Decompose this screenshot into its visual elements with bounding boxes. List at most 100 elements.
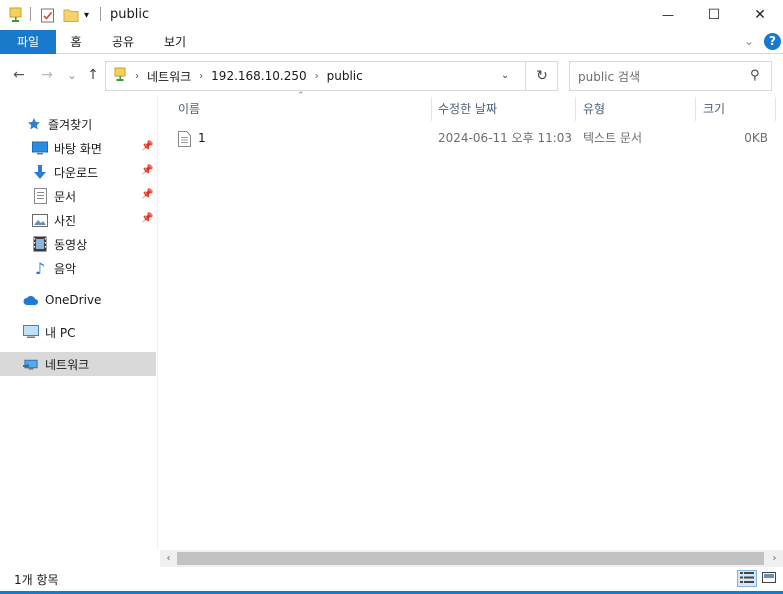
- breadcrumb-public[interactable]: public: [327, 69, 363, 83]
- sidebar-item-documents[interactable]: 문서 📌: [0, 184, 156, 208]
- up-button[interactable]: ↑: [82, 64, 104, 86]
- address-bar[interactable]: › 네트워크 › 192.168.10.250 › public ⌄ ↻: [105, 61, 558, 91]
- file-type: 텍스트 문서: [583, 131, 643, 145]
- forward-button[interactable]: →: [36, 64, 58, 86]
- sidebar-item-onedrive[interactable]: OneDrive: [0, 288, 156, 312]
- breadcrumb-host[interactable]: 192.168.10.250: [211, 69, 306, 83]
- maximize-button[interactable]: ☐: [691, 0, 737, 30]
- column-header-size[interactable]: 크기: [703, 95, 773, 123]
- folder-pin-icon[interactable]: [9, 6, 23, 24]
- computer-icon: [23, 324, 39, 340]
- sidebar-item-videos[interactable]: 동영상: [0, 232, 156, 256]
- back-button[interactable]: ←: [8, 64, 30, 86]
- large-icons-view-icon: [762, 571, 776, 586]
- tab-file[interactable]: 파일: [0, 30, 56, 54]
- address-dropdown-icon[interactable]: ⌄: [501, 70, 509, 81]
- expand-ribbon-icon[interactable]: ⌄: [744, 34, 754, 48]
- horizontal-scrollbar[interactable]: ‹ ›: [160, 550, 783, 567]
- properties-icon[interactable]: [40, 6, 55, 24]
- customize-quick-access-icon[interactable]: ▾: [84, 6, 89, 24]
- column-divider[interactable]: [575, 97, 576, 121]
- breadcrumb-network[interactable]: 네트워크: [147, 68, 191, 85]
- chevron-right-icon: ›: [199, 70, 204, 82]
- tab-home[interactable]: 홈: [60, 30, 92, 54]
- pin-icon[interactable]: 📌: [141, 189, 153, 200]
- document-icon: [32, 188, 48, 204]
- music-icon: ♪: [34, 258, 46, 278]
- download-icon: [32, 164, 48, 180]
- column-divider[interactable]: [695, 97, 696, 121]
- recent-locations-button[interactable]: ⌄: [61, 64, 83, 86]
- search-box[interactable]: ⚲: [569, 61, 772, 91]
- pictures-icon: [32, 212, 48, 228]
- navigation-bar: ← → ⌄ ↑ › 네트워크 › 192.168.10.250 › public…: [0, 55, 783, 95]
- sidebar-item-desktop[interactable]: 바탕 화면 📌: [0, 136, 156, 160]
- sidebar-item-label: 다운로드: [54, 165, 99, 180]
- back-arrow-icon: ←: [13, 67, 25, 83]
- maximize-icon: ☐: [707, 7, 721, 23]
- column-divider[interactable]: [431, 97, 432, 121]
- chevron-down-icon: ⌄: [67, 68, 77, 82]
- up-arrow-icon: ↑: [87, 67, 99, 83]
- sidebar-item-pictures[interactable]: 사진 📌: [0, 208, 156, 232]
- close-icon: ✕: [754, 7, 766, 23]
- pin-icon[interactable]: 📌: [141, 141, 153, 152]
- sidebar-item-network[interactable]: 네트워크: [0, 352, 156, 376]
- sidebar-item-label: 네트워크: [45, 357, 90, 372]
- scroll-left-icon[interactable]: ‹: [160, 551, 177, 566]
- search-icon: ⚲: [750, 68, 760, 83]
- search-input[interactable]: [578, 68, 738, 86]
- tab-share[interactable]: 공유: [104, 30, 142, 54]
- sidebar-item-music[interactable]: ♪ 음악: [0, 256, 156, 280]
- window-title: public: [110, 7, 150, 22]
- separator: [30, 7, 31, 21]
- new-folder-icon[interactable]: [63, 6, 79, 24]
- status-bar: 1개 항목: [0, 567, 783, 591]
- sidebar-item-label: 즐겨찾기: [48, 117, 93, 132]
- minimize-button[interactable]: —: [645, 0, 691, 30]
- separator: [100, 7, 101, 21]
- sidebar-item-label: 음악: [54, 261, 77, 276]
- scroll-right-icon[interactable]: ›: [766, 551, 783, 566]
- help-icon[interactable]: ?: [764, 33, 781, 50]
- sidebar-item-downloads[interactable]: 다운로드 📌: [0, 160, 156, 184]
- sidebar-item-label: 내 PC: [45, 325, 76, 340]
- column-header-modified[interactable]: 수정한 날짜: [438, 95, 574, 123]
- item-count: 1개 항목: [14, 573, 59, 587]
- star-icon: [26, 116, 42, 132]
- details-view-button[interactable]: [737, 570, 757, 587]
- column-divider[interactable]: [775, 97, 776, 121]
- tab-view[interactable]: 보기: [156, 30, 194, 54]
- sidebar-item-quick-access[interactable]: 즐겨찾기: [0, 112, 156, 136]
- text-file-icon: [178, 130, 191, 147]
- sidebar-item-label: 문서: [54, 189, 77, 204]
- sidebar-item-label: OneDrive: [45, 293, 102, 307]
- file-size: 0KB: [744, 131, 768, 145]
- refresh-icon: ↻: [536, 68, 548, 84]
- column-header-type[interactable]: 유형: [583, 95, 693, 123]
- sidebar-item-label: 동영상: [54, 237, 88, 252]
- file-list: ⌃ 이름 수정한 날짜 유형 크기 1 2024-06-11 오후 11:03 …: [160, 91, 783, 550]
- pin-icon[interactable]: 📌: [141, 213, 153, 224]
- network-location-icon: [114, 67, 127, 85]
- breadcrumb: › 네트워크 › 192.168.10.250 › public: [114, 62, 363, 90]
- chevron-right-icon: ›: [135, 70, 139, 82]
- desktop-icon: [32, 140, 48, 156]
- table-row[interactable]: 1 2024-06-11 오후 11:03 텍스트 문서 0KB: [170, 125, 778, 151]
- video-icon: [32, 236, 48, 252]
- title-bar: ▾ public — ☐ ✕: [0, 0, 783, 30]
- cloud-icon: [23, 292, 39, 308]
- sidebar-item-label: 사진: [54, 213, 77, 228]
- ribbon-tabs: 파일 홈 공유 보기 ⌄ ?: [0, 30, 783, 54]
- scrollbar-thumb[interactable]: [177, 552, 764, 565]
- column-header-name[interactable]: 이름: [178, 95, 428, 123]
- refresh-button[interactable]: ↻: [525, 62, 558, 90]
- details-view-icon: [740, 571, 754, 586]
- file-name[interactable]: 1: [198, 125, 206, 151]
- pin-icon[interactable]: 📌: [141, 165, 153, 176]
- close-button[interactable]: ✕: [737, 0, 783, 30]
- chevron-right-icon: ›: [314, 70, 319, 82]
- large-icons-view-button[interactable]: [759, 570, 779, 587]
- network-icon: [23, 356, 39, 372]
- sidebar-item-this-pc[interactable]: 내 PC: [0, 320, 156, 344]
